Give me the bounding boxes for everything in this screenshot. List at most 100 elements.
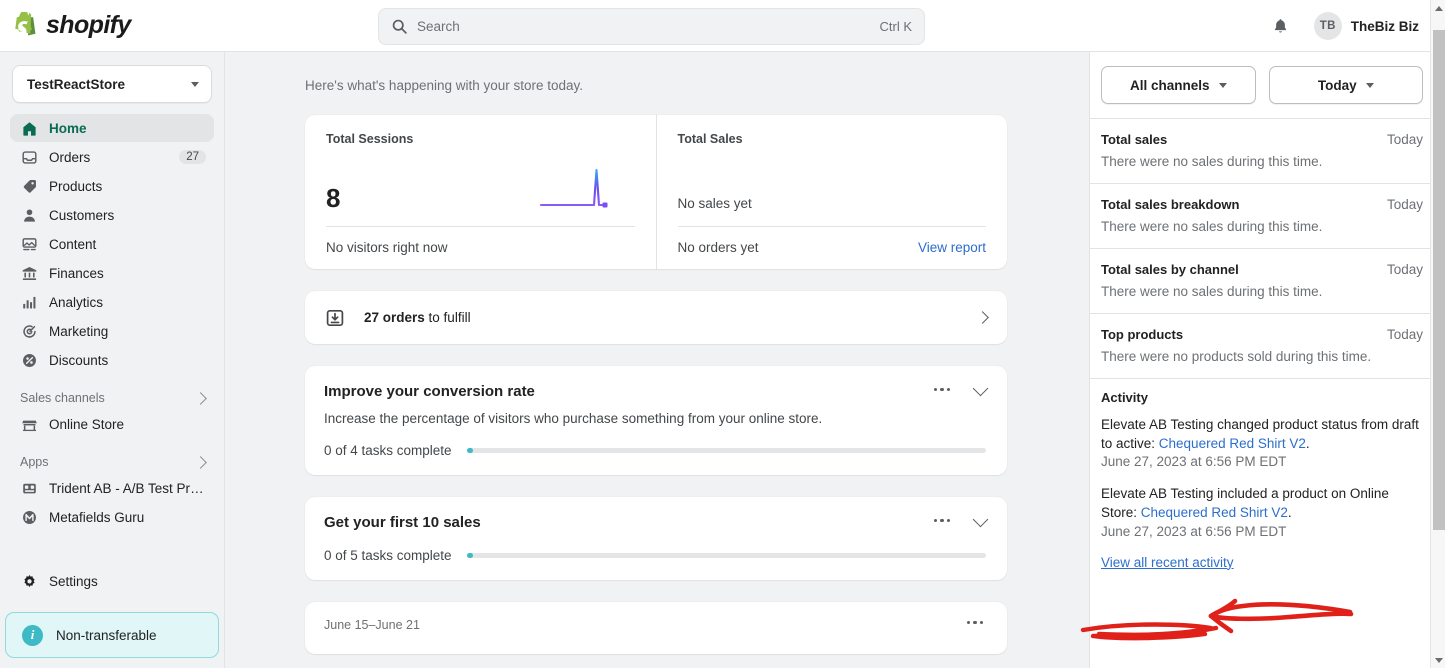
top-bar: shopify Search Ctrl K TB TheBiz Biz bbox=[0, 0, 1445, 52]
ellipsis-icon[interactable] bbox=[931, 385, 953, 394]
channel-filter-button[interactable]: All channels bbox=[1101, 66, 1256, 104]
sessions-sparkline-chart bbox=[539, 165, 635, 211]
sidebar-item-settings[interactable]: Settings bbox=[10, 567, 214, 595]
block-title: Total sales bbox=[1101, 132, 1167, 147]
sales-channels-title: Sales channels bbox=[20, 391, 105, 405]
sidebar-item-orders[interactable]: Orders 27 bbox=[10, 143, 214, 171]
block-when: Today bbox=[1387, 262, 1423, 277]
store-selector[interactable]: TestReactStore bbox=[12, 65, 212, 103]
sidebar-item-products[interactable]: Products bbox=[10, 172, 214, 200]
non-transferable-banner[interactable]: i Non-transferable bbox=[5, 612, 219, 658]
block-when: Today bbox=[1387, 327, 1423, 342]
sidebar-item-online-store[interactable]: Online Store bbox=[10, 410, 214, 438]
block-body: There were no sales during this time. bbox=[1101, 284, 1423, 299]
user-menu[interactable]: TB TheBiz Biz bbox=[1310, 9, 1423, 43]
activity-product-link[interactable]: Chequered Red Shirt V2 bbox=[1141, 505, 1288, 520]
activity-title: Activity bbox=[1101, 390, 1423, 405]
activity-item: Elevate AB Testing included a product on… bbox=[1101, 484, 1423, 538]
fulfill-count: 27 orders bbox=[364, 310, 425, 325]
sidebar-item-finances[interactable]: Finances bbox=[10, 259, 214, 287]
date-filter-button[interactable]: Today bbox=[1269, 66, 1424, 104]
sidebar-item-discounts[interactable]: Discounts bbox=[10, 346, 214, 374]
panel-block-total-sales-by-channel[interactable]: Total sales by channel Today There were … bbox=[1090, 249, 1445, 314]
sidebar-item-label: Finances bbox=[49, 266, 206, 281]
date-range-card: June 15–June 21 bbox=[305, 602, 1007, 654]
chevron-down-icon[interactable] bbox=[973, 511, 989, 527]
marketing-target-icon bbox=[20, 322, 39, 341]
chevron-down-icon bbox=[1219, 83, 1227, 88]
shopify-logo[interactable]: shopify bbox=[0, 11, 225, 40]
ellipsis-icon[interactable] bbox=[931, 516, 953, 525]
block-body: There were no sales during this time. bbox=[1101, 154, 1423, 169]
activity-text: Elevate AB Testing included a product on… bbox=[1101, 484, 1423, 522]
sidebar-item-marketing[interactable]: Marketing bbox=[10, 317, 214, 345]
orders-to-fulfill-card[interactable]: 27 orders to fulfill bbox=[305, 291, 1007, 344]
panel-block-top-products[interactable]: Top products Today There were no product… bbox=[1090, 314, 1445, 379]
sidebar-item-label: Marketing bbox=[49, 324, 206, 339]
bell-icon bbox=[1271, 17, 1290, 36]
block-body: There were no sales during this time. bbox=[1101, 219, 1423, 234]
sidebar-item-label: Customers bbox=[49, 208, 206, 223]
sidebar-item-label: Online Store bbox=[49, 417, 206, 432]
block-when: Today bbox=[1387, 197, 1423, 212]
block-title: Top products bbox=[1101, 327, 1183, 342]
sidebar-item-content[interactable]: Content bbox=[10, 230, 214, 258]
home-icon bbox=[20, 119, 39, 138]
view-report-link[interactable]: View report bbox=[918, 240, 986, 255]
sidebar-item-trident-ab[interactable]: Trident AB - A/B Test Prod... bbox=[10, 474, 214, 502]
orders-inbox-icon bbox=[20, 148, 39, 167]
date-filter-label: Today bbox=[1318, 78, 1357, 93]
trident-app-icon bbox=[20, 479, 39, 498]
metrics-card: Total Sessions 8 bbox=[305, 115, 1007, 269]
sidebar-item-customers[interactable]: Customers bbox=[10, 201, 214, 229]
sidebar-item-home[interactable]: Home bbox=[10, 114, 214, 142]
ellipsis-icon[interactable] bbox=[964, 618, 986, 627]
sales-channels-section[interactable]: Sales channels bbox=[10, 375, 214, 410]
discounts-percent-icon bbox=[20, 351, 39, 370]
task-description: Increase the percentage of visitors who … bbox=[324, 411, 986, 426]
task-title: Improve your conversion rate bbox=[324, 383, 535, 400]
date-range-label: June 15–June 21 bbox=[324, 618, 420, 632]
metric-footer: No visitors right now bbox=[326, 240, 448, 255]
search-shortcut: Ctrl K bbox=[880, 19, 913, 34]
top-bar-right: TB TheBiz Biz bbox=[1266, 0, 1423, 52]
scroll-down-arrow-icon[interactable] bbox=[1431, 652, 1445, 668]
view-all-recent-activity-link[interactable]: View all recent activity bbox=[1101, 555, 1234, 570]
search-input[interactable]: Search Ctrl K bbox=[378, 8, 925, 45]
info-icon: i bbox=[22, 625, 43, 646]
gear-icon bbox=[20, 572, 39, 591]
task-progress-bar bbox=[467, 553, 986, 558]
metric-title: Total Sessions bbox=[326, 132, 635, 146]
apps-section[interactable]: Apps bbox=[10, 439, 214, 474]
scroll-up-arrow-icon[interactable] bbox=[1431, 0, 1445, 16]
notifications-button[interactable] bbox=[1266, 11, 1296, 41]
activity-text: Elevate AB Testing changed product statu… bbox=[1101, 415, 1423, 453]
settings-row: Settings bbox=[10, 567, 214, 596]
store-selector-label: TestReactStore bbox=[27, 77, 125, 92]
page-scrollbar[interactable] bbox=[1430, 0, 1445, 668]
panel-block-total-sales[interactable]: Total sales Today There were no sales du… bbox=[1090, 119, 1445, 184]
block-body: There were no products sold during this … bbox=[1101, 349, 1423, 364]
body: TestReactStore Home Orders 27 bbox=[0, 52, 1445, 668]
content-image-icon bbox=[20, 235, 39, 254]
channel-filter-label: All channels bbox=[1130, 78, 1210, 93]
insights-panel: All channels Today Total sales Today The… bbox=[1089, 52, 1445, 668]
task-card-conversion-rate: Improve your conversion rate Increase th… bbox=[305, 366, 1007, 475]
task-card-first-10-sales: Get your first 10 sales 0 of 5 tasks com… bbox=[305, 497, 1007, 580]
sidebar-item-metafields-guru[interactable]: Metafields Guru bbox=[10, 503, 214, 531]
task-progress-label: 0 of 5 tasks complete bbox=[324, 548, 452, 563]
activity-product-link[interactable]: Chequered Red Shirt V2 bbox=[1159, 436, 1306, 451]
finances-bank-icon bbox=[20, 264, 39, 283]
scrollbar-thumb[interactable] bbox=[1433, 30, 1445, 530]
chevron-down-icon[interactable] bbox=[973, 380, 989, 396]
metric-total-sessions: Total Sessions 8 bbox=[305, 115, 656, 269]
panel-block-total-sales-breakdown[interactable]: Total sales breakdown Today There were n… bbox=[1090, 184, 1445, 249]
metric-value: 8 bbox=[326, 185, 340, 211]
sidebar-item-label: Home bbox=[49, 121, 206, 136]
shopify-bag-icon bbox=[13, 12, 39, 40]
sidebar-item-analytics[interactable]: Analytics bbox=[10, 288, 214, 316]
sidebar-item-label: Settings bbox=[49, 574, 206, 589]
chevron-right-icon[interactable] bbox=[976, 311, 989, 324]
block-title: Total sales by channel bbox=[1101, 262, 1239, 277]
sidebar-item-label: Content bbox=[49, 237, 206, 252]
